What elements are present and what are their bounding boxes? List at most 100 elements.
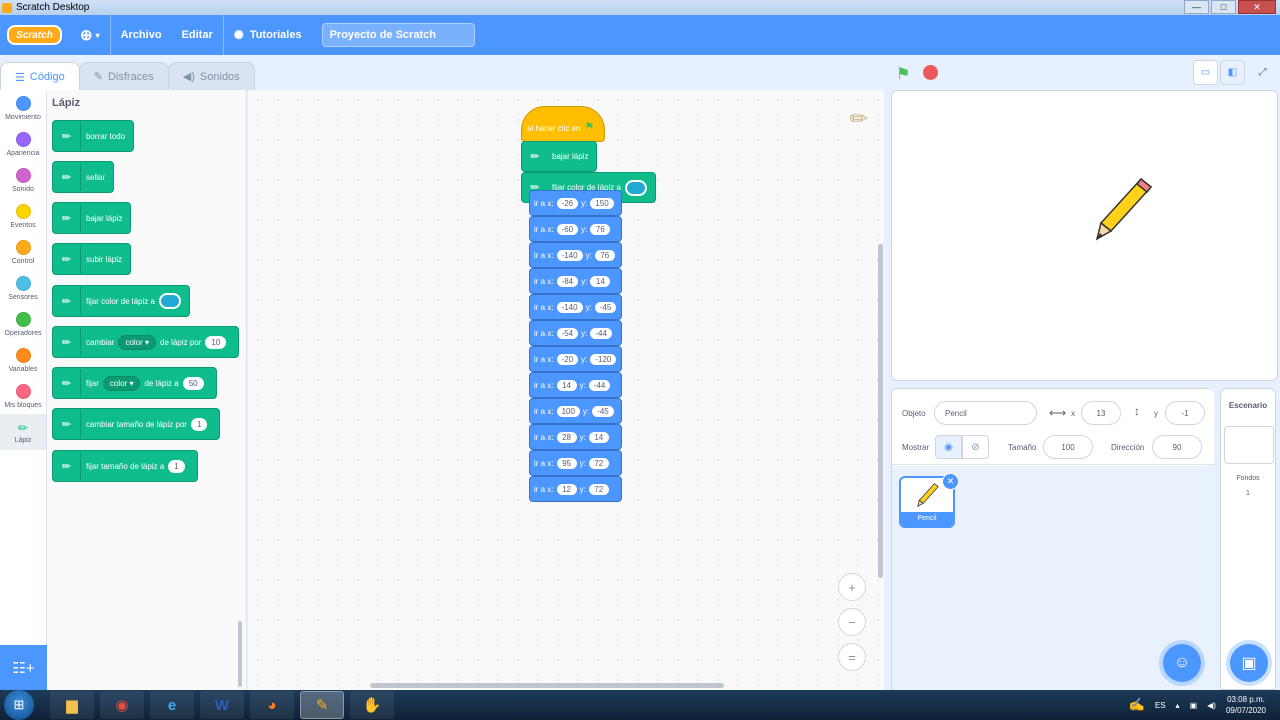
edit-menu[interactable]: Editar xyxy=(172,15,223,55)
workspace-horizontal-scrollbar[interactable] xyxy=(370,683,724,688)
normal-stage-button[interactable]: ◧ xyxy=(1220,60,1245,85)
goto-xy-block[interactable]: ir a x: 12 y: 72 xyxy=(529,476,622,502)
language-indicator[interactable]: ES xyxy=(1155,701,1166,710)
x-value-input[interactable]: 100 xyxy=(556,405,580,417)
close-button[interactable]: ✕ xyxy=(1238,0,1276,14)
y-value-input[interactable]: 150 xyxy=(590,197,614,209)
block-stamp[interactable]: ✏ sellar xyxy=(52,161,115,193)
block-set-pen-size[interactable]: ✏ fijar tamaño de lápiz a 1 xyxy=(52,450,198,482)
volume-icon[interactable]: ◀) xyxy=(1207,701,1216,710)
goto-xy-block[interactable]: ir a x: 28 y: 14 xyxy=(529,424,622,450)
category-looks[interactable]: Apariencia xyxy=(0,126,46,162)
y-value-input[interactable]: -45 xyxy=(594,301,617,313)
scratch-logo[interactable]: Scratch xyxy=(7,25,62,45)
add-sprite-button[interactable]: ☺ xyxy=(1163,644,1201,682)
start-button[interactable]: ⊞ xyxy=(4,690,34,720)
when-flag-clicked-block[interactable]: al hacer clic en ⚑ xyxy=(521,106,605,142)
zoom-out-button[interactable]: − xyxy=(838,608,866,636)
show-visible-button[interactable]: ◉ xyxy=(935,435,962,459)
category-sound[interactable]: Sonido xyxy=(0,162,46,198)
clock[interactable]: 03:08 p.m. 09/07/2020 xyxy=(1226,694,1266,716)
taskbar-app[interactable]: ✋ xyxy=(350,691,394,719)
x-value-input[interactable]: 12 xyxy=(556,483,577,495)
script-workspace[interactable]: al hacer clic en ⚑ ✏ bajar lápiz ✏ fijar… xyxy=(248,90,884,690)
category-variables[interactable]: Variables xyxy=(0,342,46,378)
zoom-reset-button[interactable]: = xyxy=(838,643,866,671)
x-value-input[interactable]: -26 xyxy=(556,197,579,209)
project-title-input[interactable]: Proyecto de Scratch xyxy=(321,23,475,47)
zoom-in-button[interactable]: + xyxy=(838,573,866,601)
param-dropdown[interactable]: color ▾ xyxy=(118,334,157,350)
y-value-input[interactable]: -44 xyxy=(588,379,611,391)
direction-input[interactable]: 90 xyxy=(1152,435,1202,459)
value-input[interactable]: 50 xyxy=(182,376,204,390)
category-control[interactable]: Control xyxy=(0,234,46,270)
add-extension-button[interactable]: ☷+ xyxy=(0,645,47,690)
language-menu[interactable]: ⊕ ▾ xyxy=(70,15,110,55)
maximize-button[interactable]: □ xyxy=(1211,0,1236,14)
backdrop-thumbnail[interactable] xyxy=(1224,426,1274,464)
taskbar-explorer[interactable]: ▆ xyxy=(50,691,94,719)
chevron-up-icon[interactable]: ▴ xyxy=(1176,701,1180,710)
x-value-input[interactable]: -60 xyxy=(556,223,579,235)
x-position-input[interactable]: 13 xyxy=(1081,401,1121,425)
category-events[interactable]: Eventos xyxy=(0,198,46,234)
goto-xy-block[interactable]: ir a x: 14 y: -44 xyxy=(529,372,622,398)
goto-xy-block[interactable]: ir a x: -20 y: -120 xyxy=(529,346,622,372)
stop-button[interactable] xyxy=(923,65,938,80)
x-value-input[interactable]: -140 xyxy=(556,249,583,261)
pen-down-block[interactable]: ✏ bajar lápiz xyxy=(521,141,598,172)
y-value-input[interactable]: 76 xyxy=(590,223,611,235)
y-value-input[interactable]: 72 xyxy=(588,457,609,469)
block-set-pen-color[interactable]: ✏ fijar color de lápiz a xyxy=(52,285,190,317)
y-value-input[interactable]: -45 xyxy=(592,405,614,417)
pencil-sprite[interactable] xyxy=(1095,177,1153,241)
taskbar-word[interactable]: W xyxy=(200,691,244,719)
goto-xy-block[interactable]: ir a x: 100 y: -45 xyxy=(529,398,622,424)
y-value-input[interactable]: 14 xyxy=(588,431,609,443)
param-dropdown[interactable]: color ▾ xyxy=(102,375,141,391)
value-input[interactable]: 1 xyxy=(168,459,185,473)
size-input[interactable]: 100 xyxy=(1043,435,1093,459)
x-value-input[interactable]: -84 xyxy=(556,275,579,287)
y-value-input[interactable]: 72 xyxy=(588,483,609,495)
add-backdrop-button[interactable]: ▣ xyxy=(1230,644,1268,682)
taskbar-ie[interactable]: e xyxy=(150,691,194,719)
taskbar-firefox[interactable]: ◕ xyxy=(250,691,294,719)
tutorials-button[interactable]: ✺ Tutoriales xyxy=(222,15,312,55)
y-value-input[interactable]: 14 xyxy=(590,275,611,287)
category-sensing[interactable]: Sensores xyxy=(0,270,46,306)
small-stage-button[interactable]: ▭ xyxy=(1193,60,1218,85)
goto-xy-block[interactable]: ir a x: -84 y: 14 xyxy=(529,268,622,294)
category-motion[interactable]: Movimiento xyxy=(0,90,46,126)
show-hidden-button[interactable]: ⊘ xyxy=(962,435,989,459)
block-change-pen-size[interactable]: ✏ cambiar tamaño de lápiz por 1 xyxy=(52,408,221,440)
file-menu[interactable]: Archivo xyxy=(109,15,172,55)
fullscreen-button[interactable]: ⤢ xyxy=(1250,60,1275,85)
goto-xy-block[interactable]: ir a x: -140 y: 76 xyxy=(529,242,622,268)
category-operators[interactable]: Operadores xyxy=(0,306,46,342)
y-position-input[interactable]: -1 xyxy=(1165,401,1205,425)
x-value-input[interactable]: -54 xyxy=(556,327,579,339)
value-input[interactable]: 10 xyxy=(205,335,227,349)
green-flag-button[interactable]: ⚑ xyxy=(896,64,910,84)
block-clear[interactable]: ✏ borrar todo xyxy=(52,120,135,152)
taskbar-chrome[interactable]: ◉ xyxy=(100,691,144,719)
tab-code[interactable]: ☰ Código xyxy=(0,62,80,91)
x-value-input[interactable]: -20 xyxy=(556,353,579,365)
taskbar-scratch[interactable]: ✎ xyxy=(300,691,344,719)
category-pen[interactable]: ✏ Lápiz xyxy=(0,414,46,450)
block-set-pen-param[interactable]: ✏ fijar color ▾ de lápiz a 50 xyxy=(52,367,217,399)
value-input[interactable]: 1 xyxy=(190,417,208,431)
goto-xy-block[interactable]: ir a x: -26 y: 150 xyxy=(529,190,622,216)
y-value-input[interactable]: -120 xyxy=(590,353,617,365)
y-value-input[interactable]: -44 xyxy=(590,327,612,339)
workspace-vertical-scrollbar[interactable] xyxy=(878,244,883,578)
x-value-input[interactable]: -140 xyxy=(556,301,583,313)
goto-xy-block[interactable]: ir a x: 95 y: 72 xyxy=(529,450,622,476)
block-pen-up[interactable]: ✏ subir lápiz xyxy=(52,243,132,275)
color-swatch[interactable] xyxy=(158,293,181,309)
color-swatch[interactable] xyxy=(624,179,647,196)
x-value-input[interactable]: 14 xyxy=(556,379,577,391)
block-pen-down[interactable]: ✏ bajar lápiz xyxy=(52,202,132,234)
